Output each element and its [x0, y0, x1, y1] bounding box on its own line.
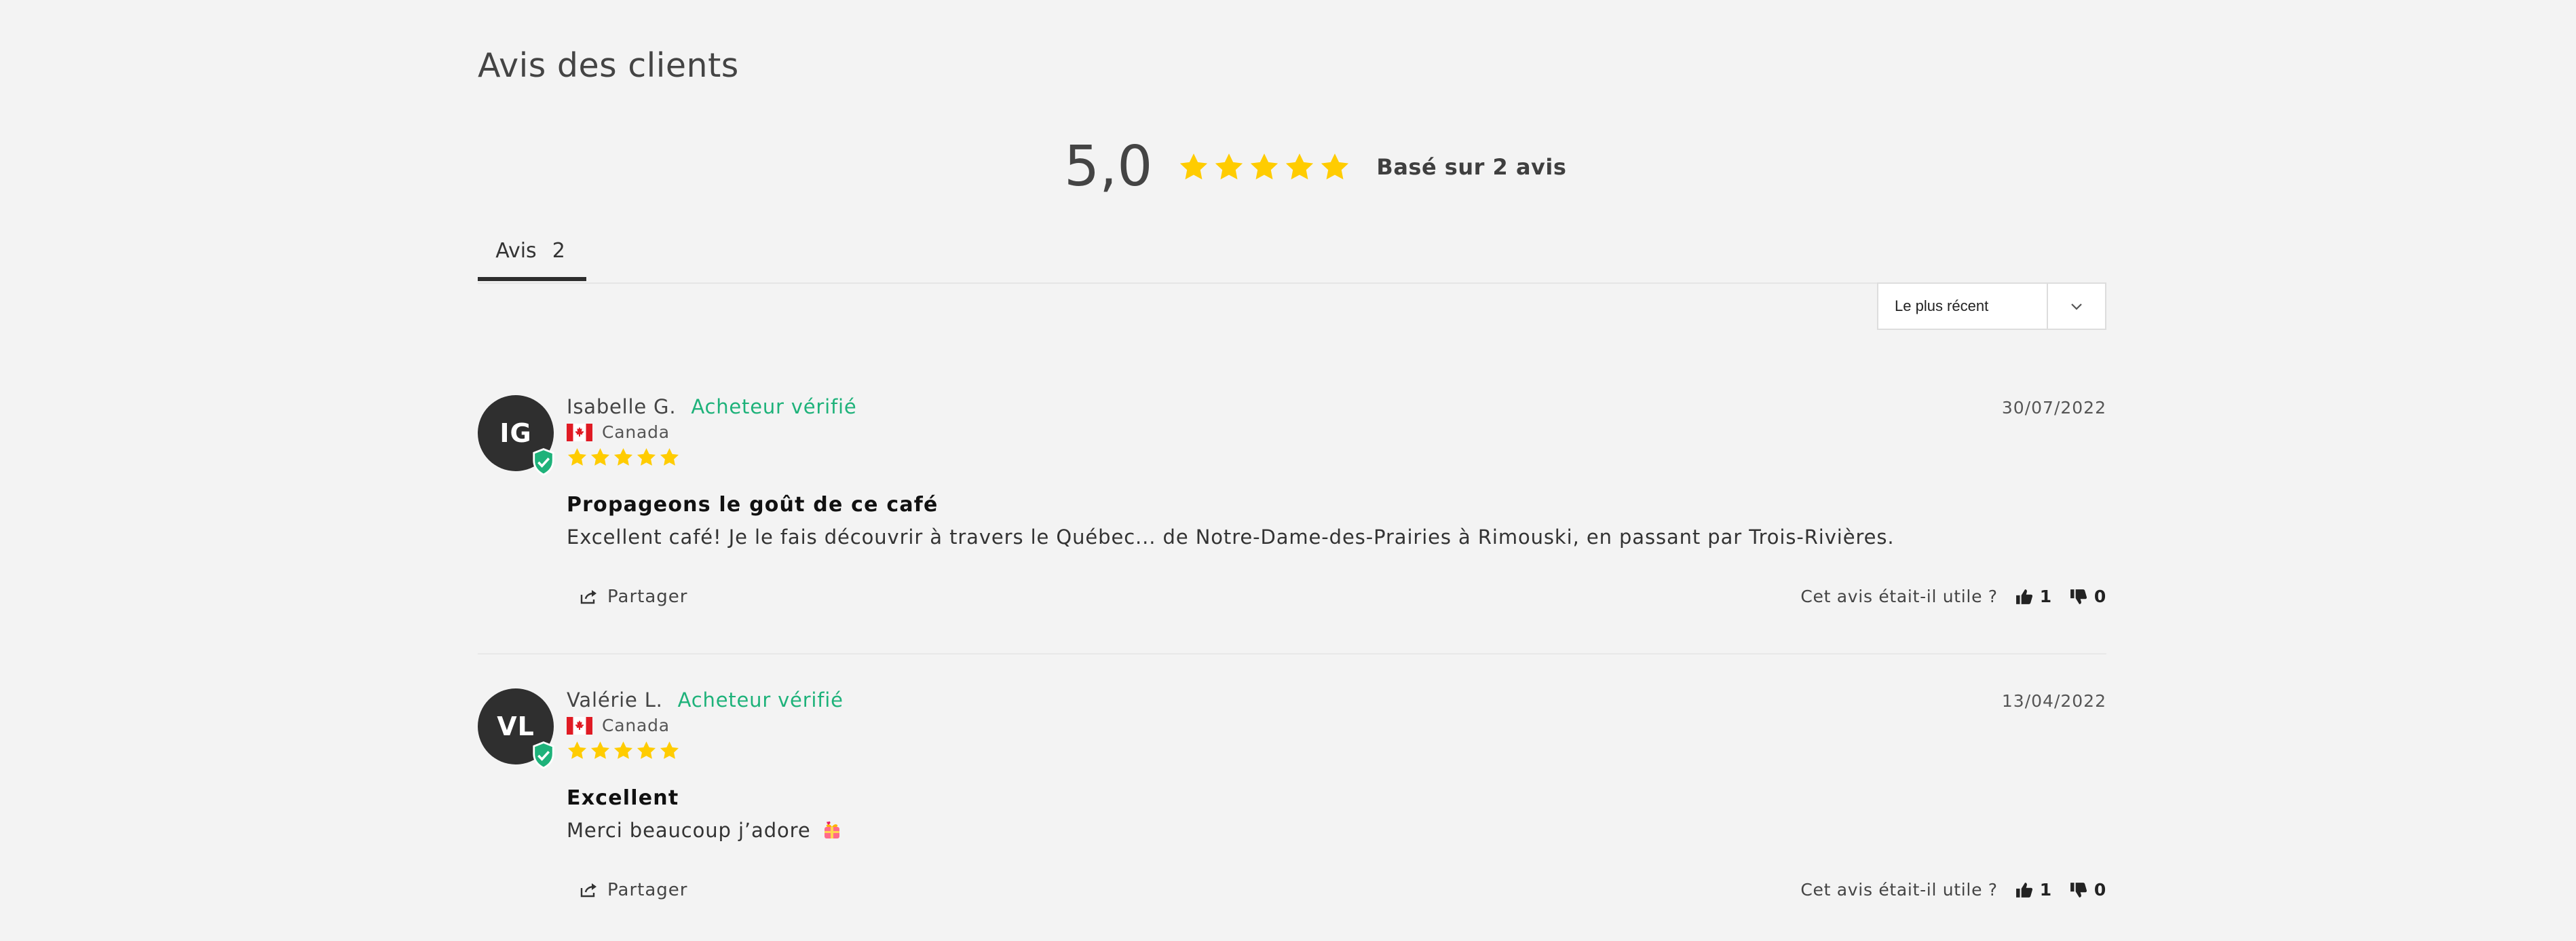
reviewer-name: Isabelle G. — [567, 395, 677, 418]
tab-count: 2 — [552, 238, 565, 263]
review-text: Merci beaucoup j’adore — [567, 819, 811, 842]
star-icon — [636, 447, 657, 468]
star-icon — [636, 740, 657, 761]
thumbs-up-count: 1 — [2039, 880, 2052, 900]
tab-label: Avis — [495, 238, 537, 263]
thumbs-up-button[interactable]: 1 — [2015, 880, 2052, 900]
based-on-count: Basé sur 2 avis — [1376, 154, 1567, 180]
star-icon — [590, 740, 611, 761]
rating-summary: 5,0 Basé sur 2 avis — [1064, 133, 1566, 201]
thumbs-down-button[interactable]: 0 — [2070, 587, 2106, 606]
review-rating — [567, 447, 680, 468]
share-icon — [580, 883, 596, 898]
share-label: Partager — [607, 587, 688, 607]
star-icon — [1213, 151, 1245, 183]
star-icon — [1319, 151, 1350, 183]
reviewer-name: Valérie L. — [567, 688, 663, 712]
share-button[interactable]: Partager — [580, 587, 687, 607]
review-item: IG Isabelle G. Acheteur vérifié 30/07/20… — [478, 395, 2106, 654]
thumbs-up-button[interactable]: 1 — [2015, 587, 2052, 606]
review-body: Isabelle G. Acheteur vérifié 30/07/2022 … — [567, 395, 2106, 653]
share-button[interactable]: Partager — [580, 880, 687, 900]
thumbs-up-icon — [2015, 589, 2032, 604]
reviewer-line: Valérie L. Acheteur vérifié — [567, 688, 844, 712]
thumbs-up-icon — [2015, 882, 2032, 898]
helpful-votes: Cet avis était-il utile ? 1 0 — [1800, 587, 2106, 606]
star-icon — [659, 447, 680, 468]
summary-stars — [1178, 151, 1350, 183]
helpful-votes: Cet avis était-il utile ? 1 0 — [1800, 880, 2106, 900]
star-icon — [1284, 151, 1315, 183]
review-item: VL Valérie L. Acheteur vérifié 13/04/202… — [478, 688, 2106, 941]
star-icon — [613, 740, 634, 761]
reviewer-line: Isabelle G. Acheteur vérifié — [567, 395, 856, 418]
helpful-question: Cet avis était-il utile ? — [1800, 880, 1998, 900]
verified-shield-icon — [531, 741, 556, 769]
tab-reviews[interactable]: Avis 2 — [478, 224, 586, 281]
review-rating — [567, 740, 680, 761]
country-label: Canada — [602, 716, 670, 735]
star-icon — [613, 447, 634, 468]
heart-gift-emoji-icon — [824, 821, 839, 838]
average-rating: 5,0 — [1064, 134, 1153, 199]
review-date: 13/04/2022 — [2001, 691, 2106, 711]
star-icon — [567, 740, 588, 761]
helpful-question: Cet avis était-il utile ? — [1800, 587, 1998, 606]
canada-flag-icon — [567, 716, 592, 735]
reviewer-country: Canada — [567, 422, 670, 442]
review-text-line: Merci beaucoup j’adore — [567, 819, 842, 842]
reviews-tabs: Avis 2 — [478, 224, 2106, 284]
sort-select[interactable]: Le plus récent — [1877, 282, 2106, 330]
star-icon — [659, 740, 680, 761]
star-icon — [590, 447, 611, 468]
share-icon — [580, 590, 596, 604]
review-title: Excellent — [567, 786, 679, 810]
star-icon — [1249, 151, 1280, 183]
reviewer-country: Canada — [567, 716, 670, 735]
reviews-container: Avis des clients 5,0 Basé sur 2 avis Avi… — [478, 0, 2106, 941]
review-date: 30/07/2022 — [2001, 398, 2106, 418]
thumbs-down-count: 0 — [2094, 880, 2106, 900]
reviews-page: Avis des clients 5,0 Basé sur 2 avis Avi… — [0, 0, 2576, 941]
star-icon — [567, 447, 588, 468]
country-label: Canada — [602, 422, 670, 442]
thumbs-up-count: 1 — [2039, 587, 2052, 606]
thumbs-down-icon — [2070, 882, 2087, 898]
thumbs-down-button[interactable]: 0 — [2070, 880, 2106, 900]
canada-flag-icon — [567, 423, 592, 441]
review-text: Excellent café! Je le fais découvrir à t… — [567, 525, 1895, 549]
verified-buyer-label: Acheteur vérifié — [677, 688, 844, 712]
verified-buyer-label: Acheteur vérifié — [691, 395, 857, 418]
thumbs-down-count: 0 — [2094, 587, 2106, 606]
sort-selected-value[interactable]: Le plus récent — [1878, 284, 2048, 329]
review-body: Valérie L. Acheteur vérifié 13/04/2022 C… — [567, 688, 2106, 941]
thumbs-down-icon — [2070, 589, 2087, 604]
verified-shield-icon — [531, 448, 556, 476]
review-title: Propageons le goût de ce café — [567, 493, 939, 517]
share-label: Partager — [607, 880, 688, 900]
chevron-down-icon[interactable] — [2048, 284, 2105, 329]
page-title: Avis des clients — [478, 46, 739, 85]
star-icon — [1178, 151, 1209, 183]
